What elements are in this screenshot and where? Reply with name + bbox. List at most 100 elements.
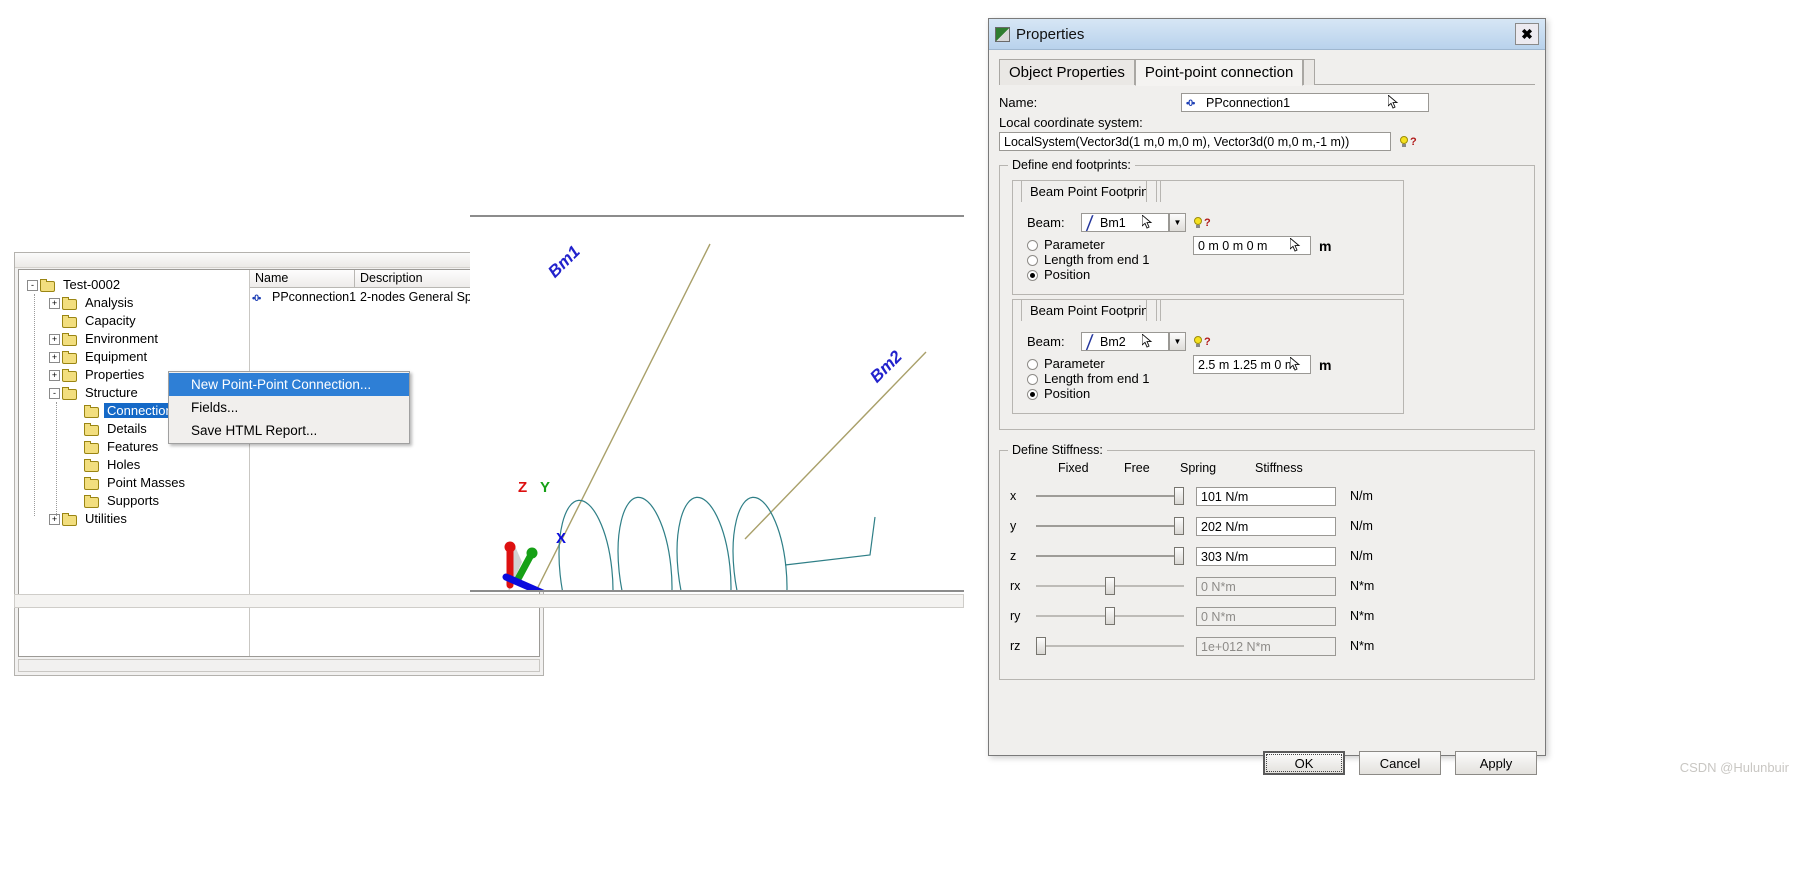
folder-icon bbox=[62, 513, 78, 527]
tree-expander-icon[interactable]: - bbox=[49, 388, 60, 400]
axis-label-z: Z bbox=[518, 479, 528, 496]
tree-item-capacity[interactable]: Capacity bbox=[49, 312, 139, 330]
slider-track bbox=[1036, 525, 1184, 527]
tree-item-connections[interactable]: Connections bbox=[71, 402, 183, 420]
tree-item-structure[interactable]: - Structure bbox=[49, 384, 141, 402]
tree-item-equipment[interactable]: + Equipment bbox=[49, 348, 150, 366]
stiffness-unit-x: N/m bbox=[1350, 489, 1373, 503]
hint-bulb-icon[interactable] bbox=[1399, 135, 1409, 148]
tree-item-features[interactable]: Features bbox=[71, 438, 161, 456]
stiffness-input-x[interactable]: 101 N/m bbox=[1196, 486, 1336, 506]
help-question-icon[interactable]: ? bbox=[1204, 336, 1211, 348]
stiffness-slider-y[interactable] bbox=[1036, 516, 1184, 536]
stiffness-header-free: Free bbox=[1124, 461, 1150, 475]
slider-thumb[interactable] bbox=[1174, 487, 1184, 505]
footprint-1-beam-dropdown[interactable]: ▼ bbox=[1169, 213, 1186, 232]
stiffness-input-ry[interactable]: 0 N*m bbox=[1196, 606, 1336, 626]
slider-thumb[interactable] bbox=[1105, 607, 1115, 625]
stiffness-slider-z[interactable] bbox=[1036, 546, 1184, 566]
footprint-2-value-input[interactable]: 2.5 m 1.25 m 0 m bbox=[1193, 355, 1311, 374]
column-header-name[interactable]: Name bbox=[250, 270, 355, 287]
stiffness-axis-label-z: z bbox=[1010, 549, 1017, 563]
footprint-2-option-position: Position bbox=[1044, 386, 1091, 401]
local-coordinate-system-input[interactable]: LocalSystem(Vector3d(1 m,0 m,0 m), Vecto… bbox=[999, 132, 1391, 151]
footprint-2-beam-dropdown[interactable]: ▼ bbox=[1169, 332, 1186, 351]
tree-item-point-masses[interactable]: Point Masses bbox=[71, 474, 188, 492]
local-coordinate-system-label: Local coordinate system: bbox=[999, 115, 1143, 130]
tree-item-utilities[interactable]: + Utilities bbox=[49, 510, 130, 528]
slider-thumb[interactable] bbox=[1174, 517, 1184, 535]
folder-icon bbox=[84, 495, 100, 509]
3d-viewport[interactable]: Bm1 Bm2 Z Y X bbox=[470, 215, 964, 592]
tree-item-label: Test-0002 bbox=[63, 277, 121, 292]
stiffness-input-rx[interactable]: 0 N*m bbox=[1196, 576, 1336, 596]
footprint-1-radio-length[interactable] bbox=[1027, 255, 1038, 267]
folder-icon bbox=[62, 369, 78, 383]
stiffness-input-y[interactable]: 202 N/m bbox=[1196, 516, 1336, 536]
stiffness-slider-x[interactable] bbox=[1036, 486, 1184, 506]
footprint-2-radio-length[interactable] bbox=[1027, 374, 1038, 386]
tab-object-properties[interactable]: Object Properties bbox=[999, 59, 1135, 85]
tree-item-test-0002[interactable]: - Test-0002 bbox=[27, 276, 123, 294]
dialog-tabs: Object Properties Point-point connection bbox=[999, 58, 1535, 86]
slider-thumb[interactable] bbox=[1036, 637, 1046, 655]
close-icon[interactable]: ✖ bbox=[1515, 23, 1539, 45]
tree-item-properties[interactable]: + Properties bbox=[49, 366, 147, 384]
spring-lead-right bbox=[784, 516, 876, 566]
slider-thumb[interactable] bbox=[1105, 577, 1115, 595]
footprint-1-radio-position[interactable] bbox=[1027, 270, 1038, 282]
browser-title-strip: × bbox=[15, 253, 545, 268]
stiffness-row-rx: rx 0 N*m N*m bbox=[1000, 571, 1534, 601]
dialog-title-bar[interactable]: Properties ✖ bbox=[989, 19, 1545, 50]
stiffness-axis-label-ry: ry bbox=[1010, 609, 1021, 623]
tree-expander-icon[interactable]: - bbox=[27, 280, 38, 292]
tree-expander-icon[interactable]: + bbox=[49, 334, 60, 346]
tree-item-environment[interactable]: + Environment bbox=[49, 330, 161, 348]
stiffness-input-z[interactable]: 303 N/m bbox=[1196, 546, 1336, 566]
hint-bulb-icon[interactable] bbox=[1193, 335, 1203, 348]
tab-point-point-connection[interactable]: Point-point connection bbox=[1134, 59, 1304, 86]
tree-expander-icon[interactable]: + bbox=[49, 514, 60, 526]
footprint-2-radio-position[interactable] bbox=[1027, 389, 1038, 401]
footprint-1-tab[interactable]: Beam Point Footprint bbox=[1021, 180, 1162, 202]
axis-label-y: Y bbox=[540, 479, 551, 496]
tree-item-supports[interactable]: Supports bbox=[71, 492, 162, 510]
footprint-1-value-input[interactable]: 0 m 0 m 0 m bbox=[1193, 236, 1311, 255]
slider-thumb[interactable] bbox=[1174, 547, 1184, 565]
slider-track bbox=[1036, 645, 1184, 647]
slider-track bbox=[1036, 495, 1184, 497]
stiffness-unit-rx: N*m bbox=[1350, 579, 1375, 593]
help-question-icon[interactable]: ? bbox=[1204, 217, 1211, 229]
name-label: Name: bbox=[999, 94, 1038, 110]
help-question-icon[interactable]: ? bbox=[1410, 136, 1417, 148]
tree-expander-icon[interactable]: + bbox=[49, 370, 60, 382]
tree-expander-icon[interactable]: + bbox=[49, 352, 60, 364]
menu-item-fields[interactable]: Fields... bbox=[169, 396, 409, 419]
menu-item-save-html-report[interactable]: Save HTML Report... bbox=[169, 419, 409, 442]
tree-item-label: Point Masses bbox=[107, 475, 186, 490]
mouse-cursor bbox=[1290, 238, 1301, 253]
tree-item-analysis[interactable]: + Analysis bbox=[49, 294, 136, 312]
stiffness-input-rz[interactable]: 1e+012 N*m bbox=[1196, 636, 1336, 656]
stiffness-slider-rx[interactable] bbox=[1036, 576, 1184, 596]
stiffness-slider-rz[interactable] bbox=[1036, 636, 1184, 656]
ok-button[interactable]: OK bbox=[1263, 751, 1345, 775]
cancel-button[interactable]: Cancel bbox=[1359, 751, 1441, 775]
footprint-2-tab[interactable]: Beam Point Footprint bbox=[1021, 299, 1162, 321]
tree-item-holes[interactable]: Holes bbox=[71, 456, 143, 474]
footprint-2-beam-combo[interactable]: ╱ Bm2 bbox=[1081, 332, 1169, 351]
menu-item-new-point-point-connection[interactable]: New Point-Point Connection... bbox=[169, 373, 409, 396]
footprint-2-radio-parameter[interactable] bbox=[1027, 359, 1038, 371]
hint-bulb-icon[interactable] bbox=[1193, 216, 1203, 229]
tree-item-details[interactable]: Details bbox=[71, 420, 150, 438]
name-input[interactable]: •0• PPconnection1 bbox=[1181, 92, 1429, 112]
footprint-1-beam-combo[interactable]: ╱ Bm1 bbox=[1081, 213, 1169, 232]
context-menu[interactable]: New Point-Point Connection... Fields... Sa… bbox=[168, 371, 410, 444]
stiffness-slider-ry[interactable] bbox=[1036, 606, 1184, 626]
tree-expander-icon[interactable]: + bbox=[49, 298, 60, 310]
tree-guide-line bbox=[56, 402, 57, 516]
apply-button[interactable]: Apply bbox=[1455, 751, 1537, 775]
folder-icon bbox=[84, 441, 100, 455]
footprint-1-radio-parameter[interactable] bbox=[1027, 240, 1038, 252]
